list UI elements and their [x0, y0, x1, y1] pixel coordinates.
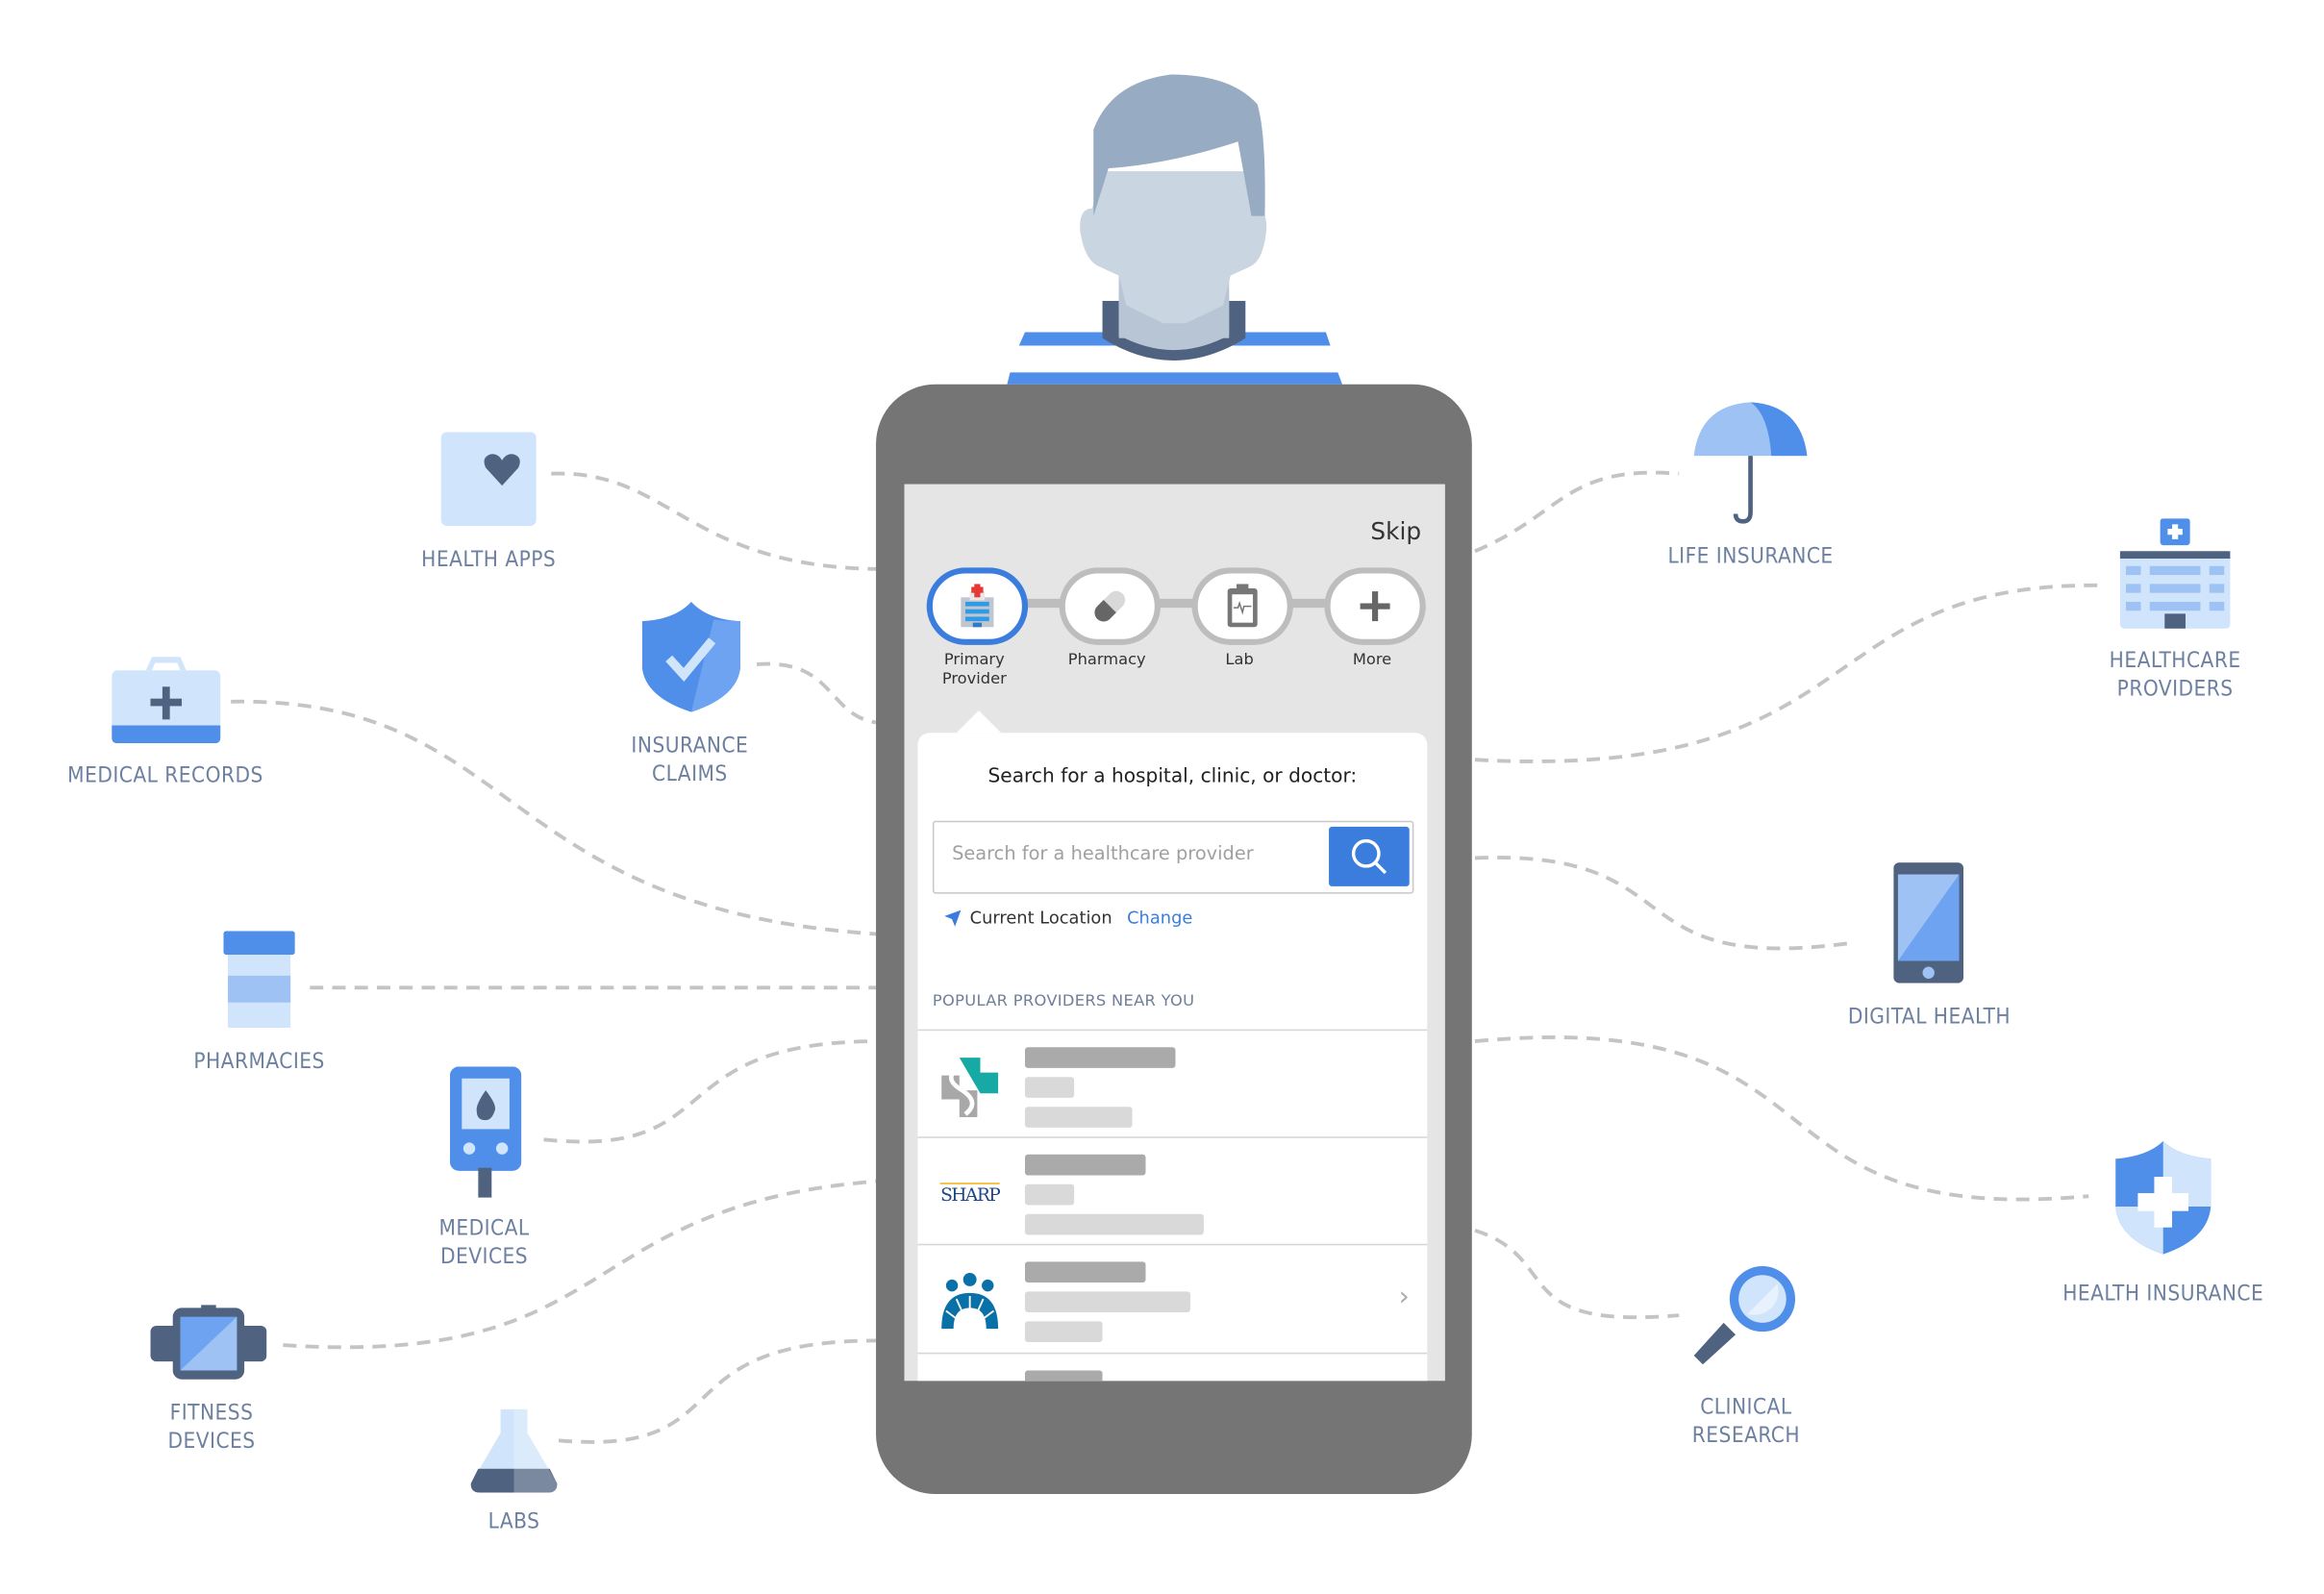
plus-icon [1360, 591, 1390, 622]
placeholder-detail-bar [1024, 1321, 1103, 1343]
step-label-more: More [1352, 651, 1392, 669]
step-label-primary-provider: Primary Provider [941, 651, 1007, 688]
provider-row[interactable]: SHARP [917, 1136, 1428, 1245]
connector-healthcare-providers [1474, 583, 2104, 763]
active-step-caret [956, 710, 1002, 734]
provider-row[interactable]: › [917, 1243, 1428, 1353]
placeholder-detail-bar [1024, 1077, 1075, 1098]
connector-insurance-claims [756, 661, 877, 725]
pill-bottle-icon [223, 931, 295, 1029]
connector-health-insurance [1474, 1035, 2089, 1202]
search-box [932, 820, 1414, 894]
placeholder-name-bar [1024, 1370, 1103, 1382]
label-health-apps: HEALTH APPS [421, 548, 557, 572]
connector-digital-health [1474, 856, 1853, 951]
label-healthcare-providers: HEALTHCARE PROVIDERS [2109, 649, 2241, 702]
hospital-icon [2119, 518, 2231, 629]
label-pharmacies: PHARMACIES [193, 1050, 325, 1075]
search-heading: Search for a hospital, clinic, or doctor… [987, 765, 1358, 788]
search-input[interactable] [948, 839, 1313, 866]
placeholder-detail-bar [1024, 1291, 1190, 1313]
skip-button[interactable]: Skip [1370, 517, 1421, 545]
provider-row[interactable] [917, 1352, 1428, 1382]
placeholder-name-bar [1024, 1261, 1146, 1283]
step-pharmacy[interactable] [1059, 567, 1161, 645]
medical-kit-icon [112, 657, 221, 744]
placeholder-detail-bar [1024, 1107, 1133, 1128]
label-clinical-research: CLINICAL RESEARCH [1691, 1395, 1801, 1449]
placeholder-detail-bar [1024, 1213, 1204, 1235]
person-avatar-icon [1007, 74, 1343, 385]
connector-health-apps [551, 471, 877, 571]
step-lab[interactable] [1191, 567, 1293, 645]
kaiser-logo [941, 1272, 999, 1330]
label-health-insurance: HEALTH INSURANCE [2062, 1283, 2264, 1307]
connector-labs [558, 1338, 877, 1444]
sharp-logo: SHARP [940, 1182, 1001, 1205]
label-life-insurance: LIFE INSURANCE [1667, 545, 1834, 569]
magnifier-icon [1693, 1265, 1796, 1365]
search-button[interactable] [1329, 826, 1410, 886]
flask-icon [470, 1408, 558, 1493]
connector-clinical-research [1474, 1228, 1680, 1320]
tablet-icon [1893, 862, 1964, 984]
current-location-label: Current Location [969, 907, 1112, 929]
shield-cross-icon [2115, 1140, 2212, 1255]
label-labs: LABS [487, 1510, 540, 1534]
step-primary-provider[interactable] [926, 567, 1029, 645]
pill-icon [1094, 590, 1126, 622]
popular-providers-heading: POPULAR PROVIDERS NEAR YOU [932, 991, 1195, 1010]
shield-check-icon [641, 601, 741, 712]
label-medical-devices: MEDICAL DEVICES [438, 1216, 530, 1270]
step-more[interactable] [1324, 567, 1426, 645]
connector-medical-devices [543, 1039, 877, 1144]
search-card: Search for a hospital, clinic, or doctor… [917, 733, 1428, 1382]
placeholder-detail-bar [1024, 1183, 1075, 1206]
connector-fitness-devices [283, 1179, 877, 1350]
label-digital-health: DIGITAL HEALTH [1847, 1005, 2012, 1030]
change-location-link[interactable]: Change [1127, 908, 1192, 929]
placeholder-name-bar [1024, 1154, 1146, 1176]
provider-row[interactable] [917, 1029, 1428, 1138]
umbrella-icon [1693, 402, 1808, 524]
hospital-icon [961, 584, 994, 628]
chevron-right-icon[interactable]: › [1399, 1281, 1410, 1312]
search-icon [1351, 838, 1387, 875]
label-insurance-claims: INSURANCE CLAIMS [631, 734, 749, 787]
connector-life-insurance [1474, 470, 1680, 554]
location-row: Current Location Change [944, 907, 1192, 929]
heart-card-icon [440, 432, 537, 526]
glucose-meter-icon [449, 1066, 522, 1198]
clipboard-icon [1227, 584, 1258, 628]
location-arrow-icon [944, 909, 962, 926]
phone-screen: Skip Primary Provider Pharmacy Lab More … [904, 484, 1445, 1382]
cross-s-logo [941, 1058, 999, 1118]
step-label-lab: Lab [1225, 651, 1254, 669]
step-label-pharmacy: Pharmacy [1067, 651, 1146, 669]
smartwatch-icon [150, 1305, 267, 1380]
connector-medical-records [231, 699, 877, 936]
label-medical-records: MEDICAL RECORDS [67, 763, 263, 788]
placeholder-name-bar [1024, 1047, 1176, 1068]
label-fitness-devices: FITNESS DEVICES [167, 1401, 256, 1455]
